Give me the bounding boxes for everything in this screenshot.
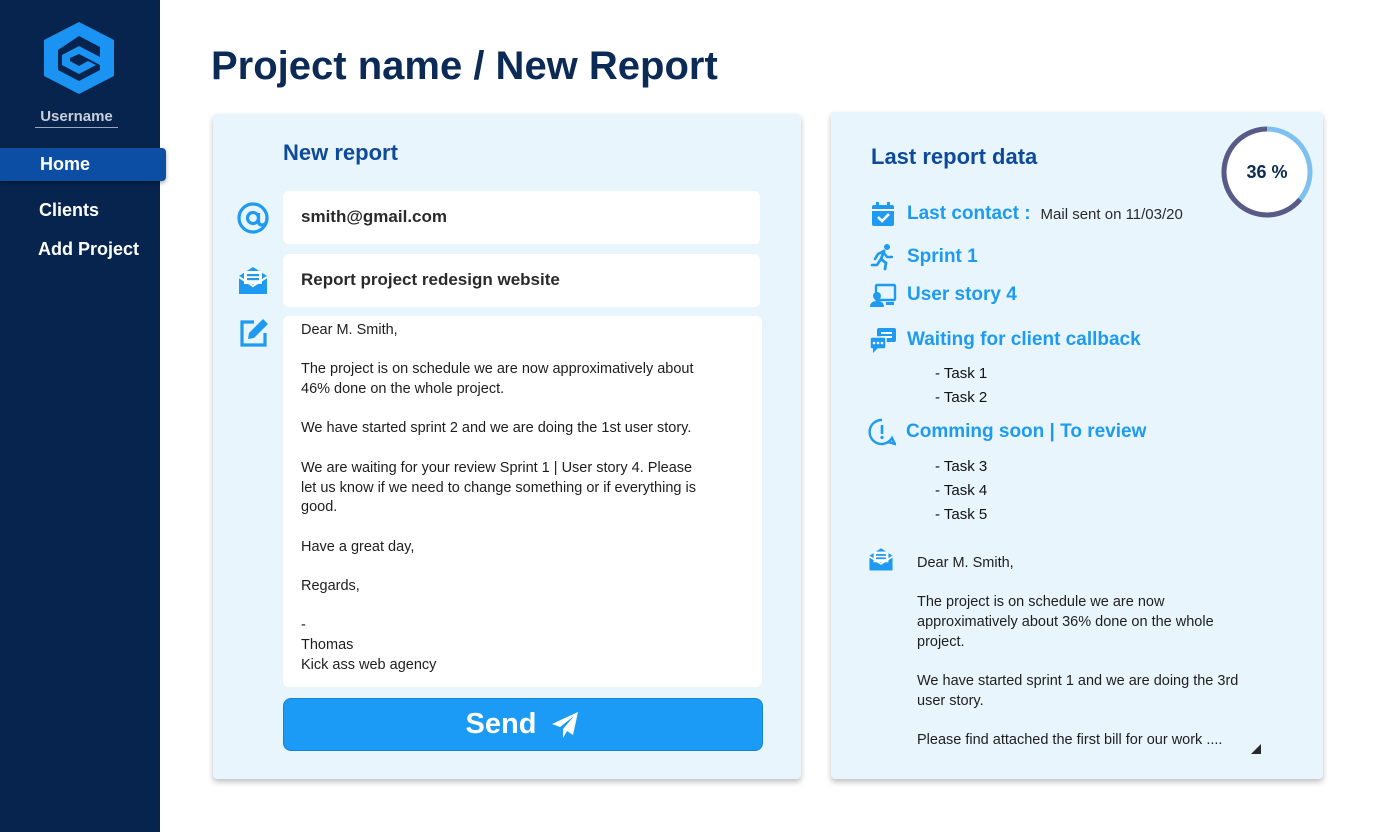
message-body-line: 46% done on the whole project. [301,381,505,398]
sidebar: Username Home Clients Add Project [0,0,166,832]
message-body-line: good. [301,499,338,516]
paper-plane-icon [552,711,579,738]
preview-line: Dear M. Smith, [917,555,1014,571]
message-body-line: Kick ass web agency [301,656,437,673]
coming-task-5: - Task 5 [935,506,988,523]
user-story-label: User story 4 [907,284,1017,305]
email-value: smith@gmail.com [301,207,447,226]
last-contact-value: Mail sent on 11/03/20 [1040,205,1183,223]
running-icon [870,244,894,271]
preview-line: user story. [917,692,984,709]
message-body-line [301,597,744,617]
user-screen-icon [870,283,897,307]
send-button[interactable]: Send [283,698,763,751]
at-icon [237,202,269,234]
alert-circle-icon [868,418,896,446]
coming-soon-row: Comming soon | To review [868,418,1146,446]
progress-ring: 36 % [1219,124,1315,220]
coming-soon-label: Comming soon | To review [906,421,1147,442]
message-body-line [301,400,744,420]
chat-icon [869,328,896,353]
last-contact-label: Last contact : [907,203,1031,224]
last-report-heading: Last report data [871,144,1038,169]
message-body-line: Regards, [301,577,360,594]
waiting-task-1: - Task 1 [935,365,988,382]
message-body-line: The project is on schedule we are now ap… [301,361,694,378]
preview-line: approximatively about 36% done on the wh… [917,614,1214,631]
last-report-preview: Dear M. Smith, The project is on schedule… [917,554,1277,751]
message-body-line [301,557,744,577]
edit-icon [240,319,268,347]
subject-field[interactable]: Report project redesign website [283,254,760,307]
email-field[interactable]: smith@gmail.com [283,191,760,244]
mail-open-icon [238,267,268,294]
preview-line [917,712,1277,732]
coming-task-4: - Task 4 [935,482,988,499]
sprint-row: Sprint 1 [869,243,978,271]
message-body-line: let us know if we need to change somethi… [301,479,696,496]
message-body-line: Have a great day, [301,538,415,555]
preview-line: project. [917,633,965,650]
coming-task-3: - Task 3 [935,458,988,475]
user-story-row: User story 4 [869,281,1017,309]
preview-line: Please find attached the first bill for … [917,732,1223,749]
preview-line: We have started sprint 1 and we are doin… [917,673,1239,690]
logo-icon [44,22,114,94]
message-body-line [301,518,744,538]
last-report-card: Last report data 36 % Last contact : Mai… [831,112,1323,779]
preview-line: The project is on schedule we are now [917,594,1165,611]
waiting-label: Waiting for client callback [907,329,1141,350]
resize-handle[interactable] [1251,744,1261,754]
mail-open-icon [869,548,893,571]
waiting-task-2: - Task 2 [935,389,988,406]
subject-value: Report project redesign website [301,270,560,289]
preview-line [917,652,1277,672]
new-report-card: New report smith@gmail.com Report projec… [213,114,801,779]
nav-clients[interactable]: Clients [39,200,99,221]
calendar-check-icon [872,202,894,226]
message-body-line [301,439,744,459]
message-body-textarea[interactable]: Dear M. Smith, The project is on schedule… [283,316,762,687]
message-body-line: - [301,617,306,634]
page-title: Project name / New Report [211,44,718,88]
message-body-line: Thomas [301,637,354,653]
message-body-line [301,341,744,361]
waiting-row: Waiting for client callback [869,326,1141,354]
last-contact-row: Last contact : Mail sent on 11/03/20 [869,200,1183,228]
preview-line [917,574,1277,594]
nav-add-project[interactable]: Add Project [38,239,139,260]
sprint-label: Sprint 1 [907,246,978,267]
message-body-line: We are waiting for your review Sprint 1 … [301,459,693,476]
nav-home[interactable]: Home [0,148,166,181]
message-body-line: Dear M. Smith, [301,322,398,338]
message-body-line: We have started sprint 2 and we are doin… [301,420,692,437]
send-label: Send [465,708,537,740]
progress-label: 36 % [1246,162,1288,182]
new-report-heading: New report [283,140,398,165]
username-label[interactable]: Username [35,108,118,128]
